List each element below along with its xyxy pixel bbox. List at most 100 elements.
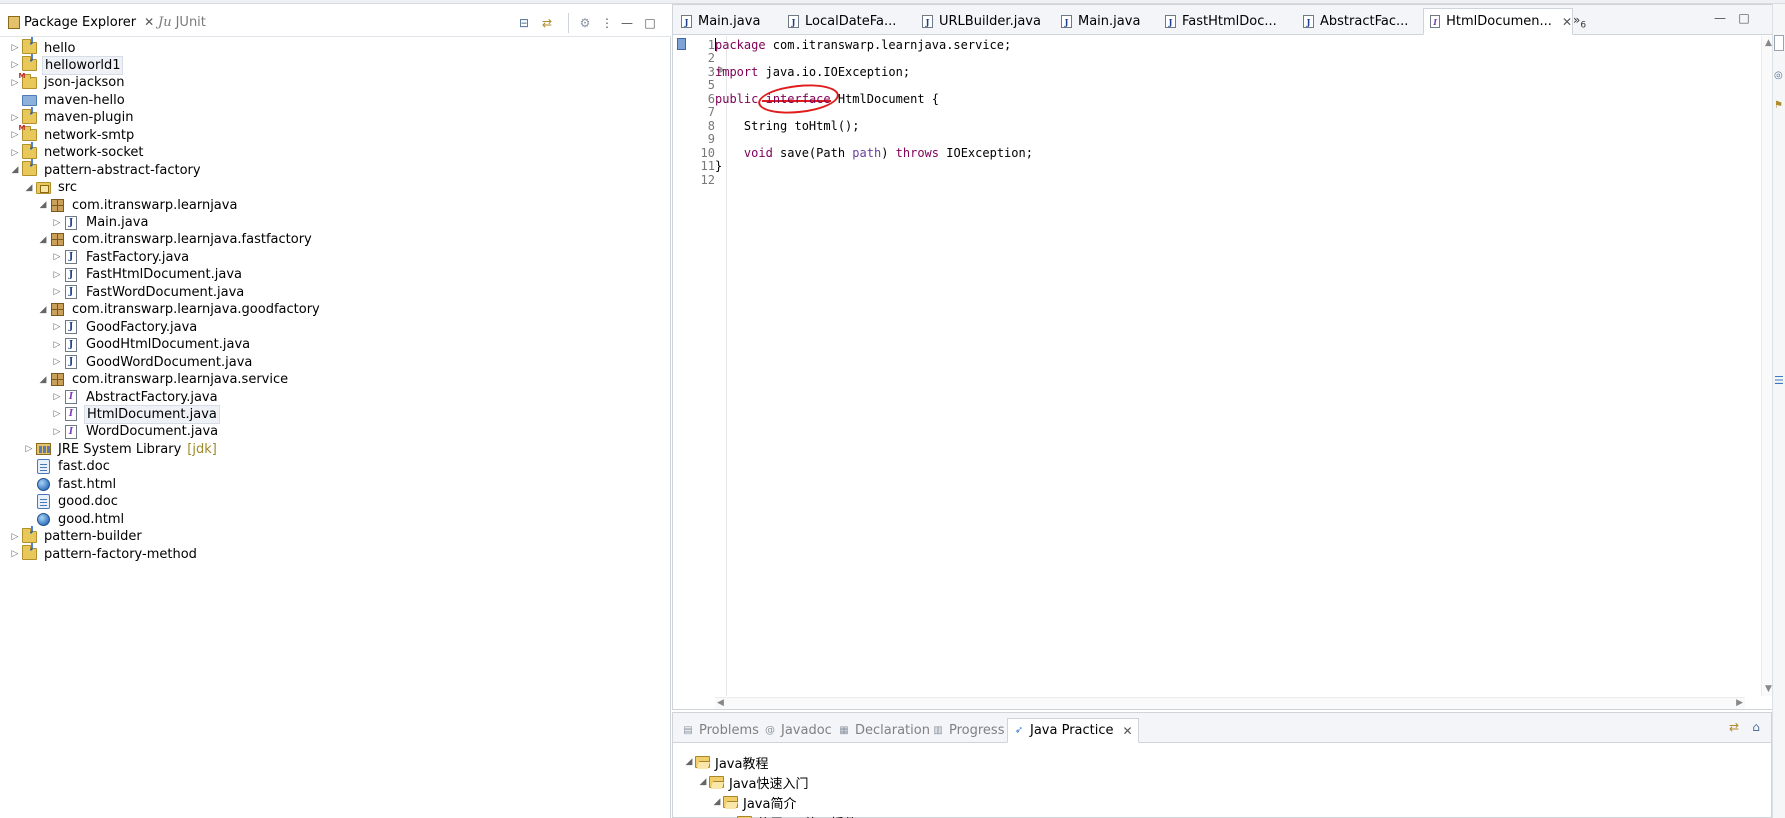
tree-item-label: pattern-abstract-factory xyxy=(44,162,201,178)
java-interface-file-icon: I xyxy=(63,424,79,440)
rocket-icon: ➶ xyxy=(1014,725,1024,736)
bottom-tab[interactable]: @ Javadoc xyxy=(759,718,837,743)
horizontal-scrollbar[interactable]: ◀ ▶ xyxy=(715,697,1745,709)
keyword-token: throws xyxy=(895,146,940,160)
view-menu-icon[interactable]: ⋮ xyxy=(600,16,614,30)
collapsed-twisty-icon[interactable]: ▷ xyxy=(51,252,63,262)
vertical-ruler xyxy=(673,36,687,696)
expanded-twisty-icon[interactable]: ◢ xyxy=(683,757,695,767)
collapse-all-icon[interactable]: ⊟ xyxy=(517,16,531,30)
practice-tree-item[interactable]: ◢ Java快速入门 xyxy=(697,772,808,792)
expanded-twisty-icon[interactable]: ◢ xyxy=(23,183,35,193)
maximize-icon[interactable]: □ xyxy=(643,16,657,30)
scroll-down-icon[interactable]: ▼ xyxy=(1765,684,1772,694)
java-file-icon: J xyxy=(63,337,79,353)
tab-junit[interactable]: Ju JUnit xyxy=(158,11,206,33)
editor-tab-label: Main.java xyxy=(698,14,761,29)
expanded-twisty-icon[interactable]: ◢ xyxy=(37,375,49,385)
close-icon[interactable]: ✕ xyxy=(1123,724,1133,738)
scroll-right-icon[interactable]: ▶ xyxy=(1736,698,1743,708)
editor-tab[interactable]: J URLBuilder.java xyxy=(916,8,1044,35)
filter-icon[interactable]: ⚙ xyxy=(578,16,592,30)
collapsed-twisty-icon[interactable]: ▷ xyxy=(51,409,63,419)
bottom-tab-label: Java Practice xyxy=(1030,723,1114,738)
doc-file-icon xyxy=(35,459,51,475)
expanded-twisty-icon[interactable]: ◢ xyxy=(711,797,723,807)
collapsed-twisty-icon[interactable]: ▷ xyxy=(9,532,21,542)
practice-tree-label: Java简介 xyxy=(743,796,797,812)
scroll-up-icon[interactable]: ▲ xyxy=(1765,38,1772,48)
practice-tree-item[interactable]: ◢ Java教程 xyxy=(683,752,768,772)
editor-tab[interactable]: J AbstractFac... xyxy=(1297,8,1413,35)
bottom-view-stack: ▤ Problems @ Javadoc ▦ Declaration ▥ Progress ➶ J… xyxy=(672,712,1772,818)
collapsed-twisty-icon[interactable]: ▷ xyxy=(51,392,63,402)
expanded-twisty-icon[interactable]: ◢ xyxy=(37,305,49,315)
source-folder-icon xyxy=(35,180,51,196)
bottom-tab[interactable]: ▥ Progress xyxy=(927,718,1009,743)
home-icon[interactable]: ⌂ xyxy=(1749,720,1763,734)
task-icon[interactable]: ⚑ xyxy=(1774,100,1783,111)
code-area[interactable]: package com.itranswarp.learnjava.service… xyxy=(715,36,1735,696)
tree-item-label: pattern-factory-method xyxy=(44,546,197,562)
editor-maximize-icon[interactable]: □ xyxy=(1737,11,1751,25)
expanded-twisty-icon[interactable]: ◢ xyxy=(37,235,49,245)
scroll-left-icon[interactable]: ◀ xyxy=(717,698,724,708)
java-editor: J Main.java J LocalDateFa... J URLBuilder.jav… xyxy=(672,4,1780,710)
expanded-twisty-icon[interactable]: ◢ xyxy=(37,200,49,210)
sync-icon[interactable]: ⇄ xyxy=(1727,720,1741,734)
tree-item-label: AbstractFactory.java xyxy=(86,389,218,405)
practice-tree-item[interactable]: ◢ Java简介 xyxy=(711,792,796,812)
editor-tab[interactable]: J Main.java xyxy=(675,8,775,35)
practice-tree-item[interactable]: ◢使用IDE练习插件 xyxy=(725,812,857,818)
editor-tab[interactable]: I HtmlDocumen... ✕ xyxy=(1423,8,1573,35)
collapsed-twisty-icon[interactable]: ▷ xyxy=(9,60,21,70)
collapsed-twisty-icon[interactable]: ▷ xyxy=(51,357,63,367)
tab-package-explorer[interactable]: Package Explorer ✕ xyxy=(8,11,154,33)
java-file-icon: J xyxy=(788,15,799,28)
collapsed-twisty-icon[interactable]: ▷ xyxy=(51,322,63,332)
html-file-icon xyxy=(35,511,51,527)
restore-icon[interactable] xyxy=(1774,35,1784,51)
tree-item-label: com.itranswarp.learnjava.goodfactory xyxy=(72,302,320,318)
tree-item-label: FastFactory.java xyxy=(86,249,190,265)
hierarchy-icon[interactable]: ☰ xyxy=(1774,374,1784,387)
bottom-tab[interactable]: ▦ Declaration xyxy=(833,718,935,743)
close-icon[interactable]: ✕ xyxy=(1562,15,1572,29)
line-number: 12 xyxy=(700,173,715,187)
expanded-twisty-icon[interactable]: ◢ xyxy=(697,777,709,787)
tree-item-label: maven-plugin xyxy=(44,110,134,126)
code-line: void save(Path path) throws IOException; xyxy=(715,146,1033,161)
collapsed-twisty-icon[interactable]: ▷ xyxy=(51,340,63,350)
collapsed-twisty-icon[interactable]: ▷ xyxy=(51,287,63,297)
practice-tree-label: Java教程 xyxy=(715,756,769,772)
collapsed-twisty-icon[interactable]: ▷ xyxy=(9,43,21,53)
collapsed-twisty-icon[interactable]: ▷ xyxy=(23,444,35,454)
java-file-icon: J xyxy=(63,249,79,265)
collapsed-twisty-icon[interactable]: ▷ xyxy=(51,218,63,228)
expanded-twisty-icon[interactable]: ◢ xyxy=(9,165,21,175)
java-file-icon: J xyxy=(63,284,79,300)
collapsed-twisty-icon[interactable]: ▷ xyxy=(9,113,21,123)
collapsed-twisty-icon[interactable]: ▷ xyxy=(9,549,21,559)
open-folder-icon xyxy=(709,776,724,788)
minimize-icon[interactable]: — xyxy=(620,16,634,30)
bottom-tab[interactable]: ➶ Java Practice ✕ xyxy=(1007,718,1139,743)
editor-tab[interactable]: J FastHtmlDoc... xyxy=(1159,8,1287,35)
editor-tab-label: LocalDateFa... xyxy=(805,14,897,29)
close-icon[interactable]: ✕ xyxy=(144,15,154,29)
collapsed-twisty-icon[interactable]: ▷ xyxy=(51,427,63,437)
editor-tab[interactable]: J LocalDateFa... xyxy=(782,8,906,35)
tree-item-label: Main.java xyxy=(86,215,149,230)
tree-item-label: network-smtp xyxy=(44,127,135,143)
collapsed-twisty-icon[interactable]: ▷ xyxy=(51,270,63,280)
open-folder-icon xyxy=(695,756,710,768)
collapsed-twisty-icon[interactable]: ▷ xyxy=(9,148,21,158)
bottom-tab[interactable]: ▤ Problems xyxy=(677,718,764,743)
editor-tab[interactable]: J Main.java xyxy=(1055,8,1150,35)
editor-minimize-icon[interactable]: — xyxy=(1713,11,1727,25)
link-with-editor-icon[interactable]: ⇄ xyxy=(540,16,554,30)
outline-icon[interactable]: ◎ xyxy=(1774,70,1783,81)
tab-overflow-button[interactable]: »6 xyxy=(1573,13,1586,30)
tree-item[interactable]: ▷ pattern-factory-method xyxy=(9,542,199,564)
java-file-icon: J xyxy=(922,15,933,28)
